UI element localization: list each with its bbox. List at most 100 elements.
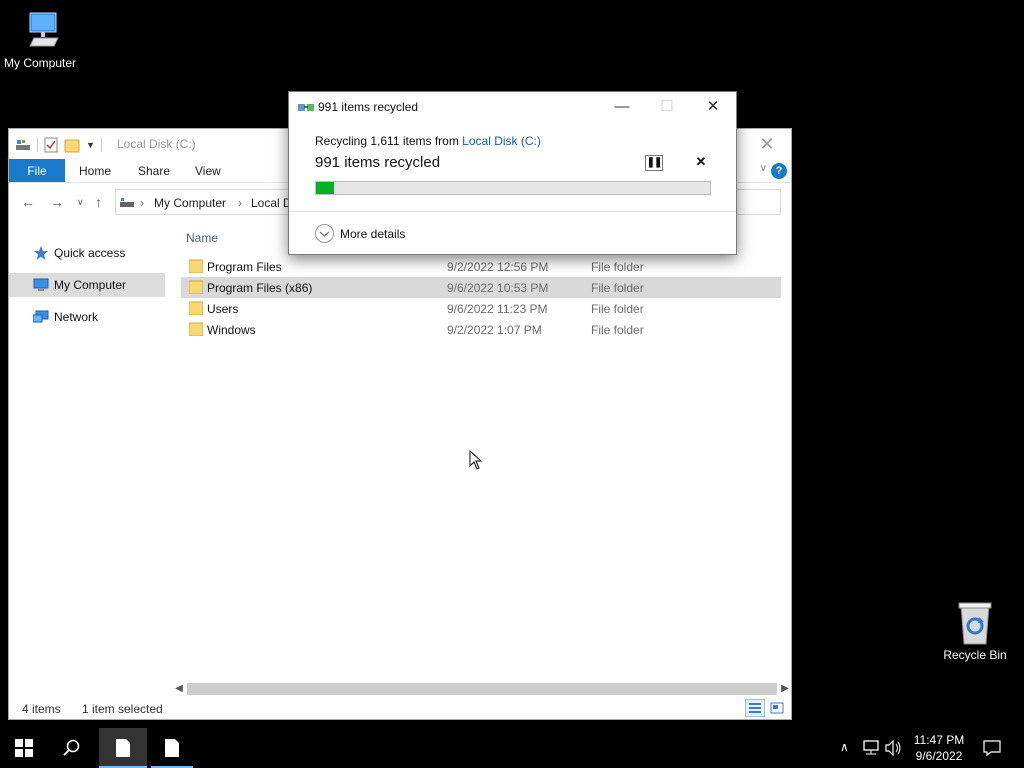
source-location-link[interactable]: Local Disk (C:) [462,134,541,148]
close-button[interactable]: ✕ [753,133,781,155]
divider [37,138,38,152]
desktop: My Computer Recycle Bin ▼ Local Disk (C:… [0,0,1024,720]
folder-icon [189,301,203,315]
breadcrumb-local-disk[interactable]: Local D [251,196,292,210]
column-header-name[interactable]: Name [186,231,218,245]
taskbar-app-explorer[interactable] [99,728,147,768]
start-button[interactable] [0,728,48,768]
tab-view[interactable]: View [195,159,221,182]
recycle-source-line: Recycling 1,611 items from Local Disk (C… [315,134,541,148]
search-button[interactable] [48,728,96,768]
sidebar-item-quick-access[interactable]: Quick access [9,241,165,265]
sidebar-item-network[interactable]: Network [9,305,165,329]
scrollbar-thumb[interactable] [187,683,777,695]
folder-icon [189,280,203,294]
qa-customize-dropdown-icon[interactable]: ▼ [86,140,95,150]
computer-icon [33,278,49,291]
desktop-icon-my-computer[interactable]: My Computer [0,10,80,70]
file-date: 9/6/2022 10:53 PM [447,281,549,295]
more-details-label: More details [340,227,406,241]
item-count: 4 items [22,702,61,716]
large-icons-view-button[interactable] [767,699,787,717]
divider [289,211,736,212]
scroll-right-icon[interactable]: ▶ [779,682,791,696]
recycle-operation-icon [298,104,314,111]
table-row[interactable]: Windows 9/2/2022 1:07 PM File folder [181,319,781,340]
scroll-left-icon[interactable]: ◀ [173,682,185,696]
recent-locations-chevron-icon[interactable]: ∨ [77,197,84,208]
table-row[interactable]: Program Files 9/2/2022 12:56 PM File fol… [181,256,781,277]
file-type: File folder [591,281,644,295]
file-type: File folder [591,302,644,316]
chevron-down-icon [315,224,334,243]
drive-icon [120,198,134,207]
breadcrumb-my-computer[interactable]: My Computer [154,196,226,210]
computer-icon [29,12,59,47]
network-icon[interactable] [862,740,880,756]
tab-file[interactable]: File [9,159,65,182]
close-button[interactable]: ✕ [698,96,728,118]
system-clock[interactable]: 11:47 PM 9/6/2022 [908,732,970,764]
breadcrumb-separator-icon: › [238,196,242,210]
notifications-icon[interactable] [983,740,1001,756]
table-row[interactable]: Users 9/6/2022 11:23 PM File folder [181,298,781,319]
tab-share[interactable]: Share [138,159,170,182]
clock-date: 9/6/2022 [915,749,963,763]
show-hidden-icons-chevron-icon[interactable]: ∧ [840,740,849,754]
sidebar-item-label: Network [54,310,99,324]
file-type: File folder [591,323,644,337]
network-icon [33,310,49,323]
pause-button[interactable]: ❚❚ [645,155,663,171]
sidebar-item-my-computer[interactable]: My Computer [9,273,165,297]
progress-bar [315,181,711,195]
selection-count: 1 item selected [82,702,163,716]
quick-access-toolbar: ▼ [15,136,102,154]
file-date: 9/2/2022 12:56 PM [447,260,549,274]
maximize-button: ☐ [660,98,674,115]
window-title: Local Disk (C:) [117,137,196,151]
details-view-icon [749,703,761,713]
file-type: File folder [591,260,644,274]
ribbon-expand-icon[interactable]: ∨ [760,163,767,174]
navigation-pane: Quick access My Computer Network [9,221,165,679]
desktop-icon-label: Recycle Bin [943,648,1007,662]
folder-icon [189,322,203,336]
windows-logo-icon [15,739,33,757]
desktop-icon-label: My Computer [3,56,77,70]
file-name: Windows [207,323,256,337]
minimize-button[interactable]: — [607,96,637,118]
help-icon[interactable]: ? [771,163,787,179]
horizontal-scrollbar[interactable]: ◀ ▶ [173,681,791,697]
clock-time: 11:47 PM [913,733,965,747]
sidebar-item-label: My Computer [54,278,127,292]
forward-arrow-icon[interactable]: → [50,194,64,210]
file-name: Users [207,302,239,316]
breadcrumb-separator-icon: › [140,196,144,210]
up-arrow-icon[interactable]: ↑ [95,194,102,210]
folder-icon [189,259,203,273]
tab-home[interactable]: Home [79,159,111,182]
file-name: Program Files [207,260,282,274]
status-bar: 4 items 1 item selected [9,699,791,719]
table-row[interactable]: Program Files (x86) 9/6/2022 10:53 PM Fi… [181,277,781,298]
star-icon [34,246,48,260]
dialog-title: 991 items recycled [318,100,419,114]
large-icons-view-icon [770,702,784,714]
recycle-source-text: Recycling 1,611 items from [315,134,463,148]
volume-icon[interactable] [885,740,903,756]
cancel-button[interactable]: ✕ [693,154,709,170]
divider [100,138,102,152]
taskbar-app-progress[interactable] [151,728,193,768]
progress-fill [316,182,334,194]
new-folder-icon[interactable] [64,137,80,153]
drive-icon [16,140,30,150]
mouse-cursor-icon [469,450,483,470]
back-arrow-icon[interactable]: ← [21,194,35,210]
desktop-icon-recycle-bin[interactable]: Recycle Bin [935,600,1015,662]
details-view-button[interactable] [745,699,765,717]
recycle-bin-icon [958,602,992,645]
file-name: Program Files (x86) [207,281,313,295]
properties-icon[interactable] [44,137,58,153]
document-icon [165,739,179,757]
taskbar: ∧ 11:47 PM 9/6/2022 [0,728,1024,768]
